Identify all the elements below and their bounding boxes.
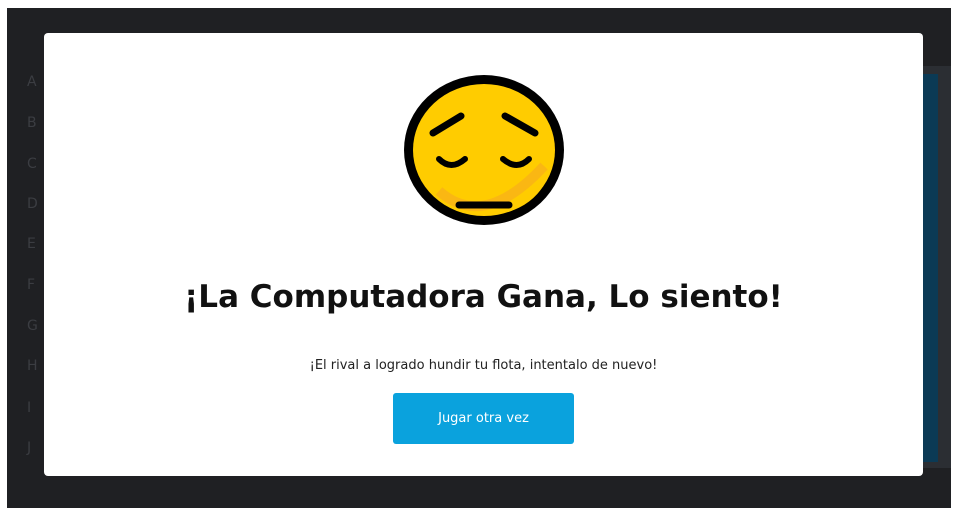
row-label: E bbox=[27, 236, 36, 252]
row-label: J bbox=[27, 440, 32, 456]
game-over-modal: ¡La Computadora Gana, Lo siento! ¡El riv… bbox=[44, 33, 923, 476]
row-label: D bbox=[27, 196, 38, 212]
row-label: H bbox=[27, 358, 38, 374]
row-label: I bbox=[27, 400, 32, 416]
modal-message: ¡El rival a logrado hundir tu flota, int… bbox=[309, 358, 658, 373]
row-label: F bbox=[27, 277, 36, 293]
modal-title: ¡La Computadora Gana, Lo siento! bbox=[184, 279, 783, 315]
row-label: A bbox=[27, 74, 37, 90]
play-again-button[interactable]: Jugar otra vez bbox=[393, 393, 574, 444]
row-label: G bbox=[27, 318, 38, 334]
pensive-face-icon bbox=[404, 75, 564, 225]
row-label: C bbox=[27, 156, 37, 172]
row-label: B bbox=[27, 115, 37, 131]
